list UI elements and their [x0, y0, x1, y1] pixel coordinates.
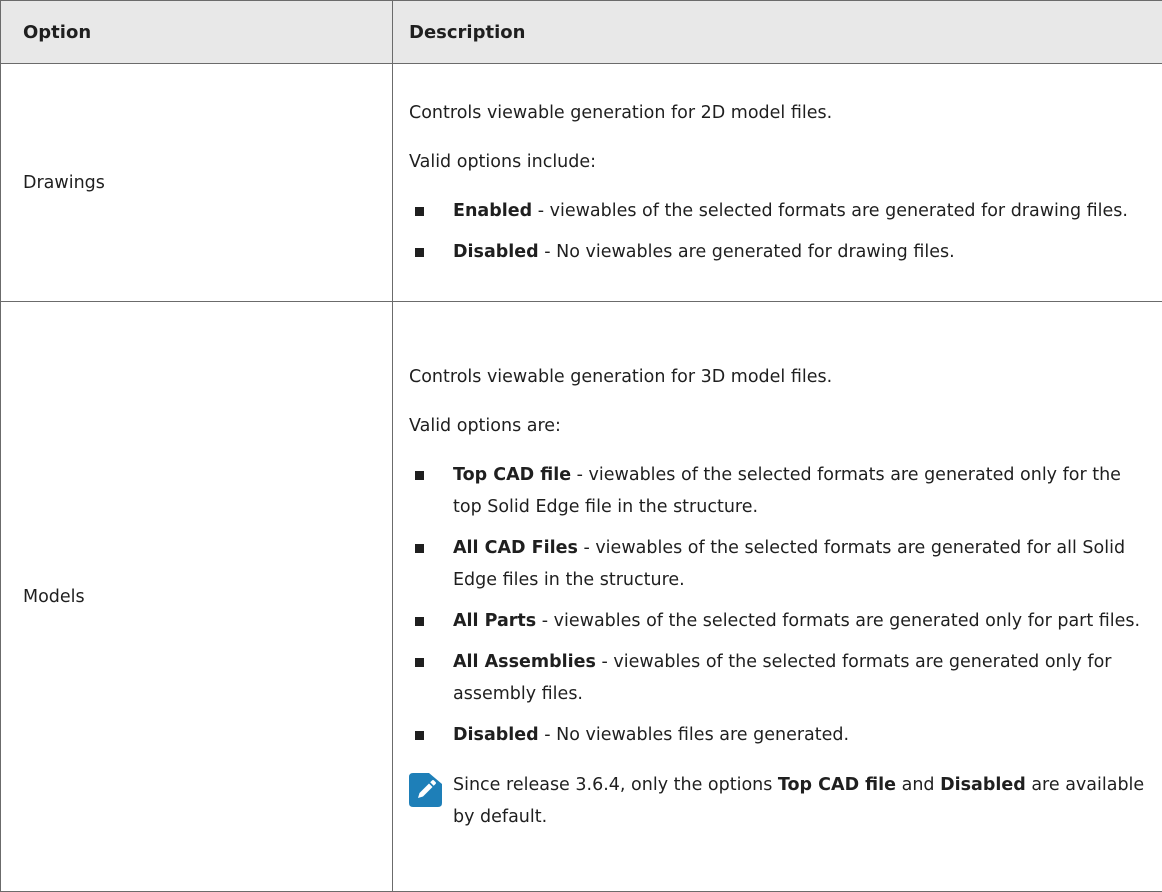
release-note: Since release 3.6.4, only the options To… [409, 769, 1152, 833]
bullet-square-icon [415, 731, 424, 740]
list-item: Disabled - No viewables files are genera… [409, 719, 1152, 751]
list-item: Disabled - No viewables are generated fo… [409, 236, 1152, 268]
description-intro: Controls viewable generation for 2D mode… [409, 97, 1152, 129]
table-row-drawings: Drawings Controls viewable generation fo… [1, 64, 1162, 302]
option-term: All CAD Files [453, 538, 578, 558]
list-item: Enabled - viewables of the selected form… [409, 195, 1152, 227]
note-text: and [896, 775, 940, 795]
table-row-models: Models Controls viewable generation for … [1, 302, 1162, 892]
option-term: Top CAD file [453, 465, 571, 485]
description-cell-drawings: Controls viewable generation for 2D mode… [393, 64, 1162, 302]
option-list: Enabled - viewables of the selected form… [409, 195, 1152, 268]
pencil-note-icon [409, 773, 442, 807]
note-term: Top CAD file [778, 775, 896, 795]
bullet-square-icon [415, 207, 424, 216]
option-text: - viewables of the selected formats are … [536, 611, 1140, 631]
column-header-option: Option [1, 1, 393, 64]
option-cell-models: Models [1, 302, 393, 892]
description-cell-models: Controls viewable generation for 3D mode… [393, 302, 1162, 892]
description-intro: Controls viewable generation for 3D mode… [409, 361, 1152, 393]
valid-options-label: Valid options include: [409, 146, 1152, 178]
option-text: - viewables of the selected formats are … [532, 201, 1128, 221]
option-text: - No viewables files are generated. [539, 725, 849, 745]
bullet-square-icon [415, 617, 424, 626]
note-term: Disabled [940, 775, 1026, 795]
column-header-description: Description [393, 1, 1162, 64]
options-table: Option Description Drawings Controls vie… [0, 0, 1162, 892]
option-text: - No viewables are generated for drawing… [539, 242, 955, 262]
option-term: Enabled [453, 201, 532, 221]
note-text: Since release 3.6.4, only the options [453, 775, 778, 795]
option-term: Disabled [453, 242, 539, 262]
table-header-row: Option Description [1, 1, 1162, 64]
bullet-square-icon [415, 658, 424, 667]
option-cell-drawings: Drawings [1, 64, 393, 302]
bullet-square-icon [415, 471, 424, 480]
valid-options-label: Valid options are: [409, 410, 1152, 442]
list-item: All CAD Files - viewables of the selecte… [409, 532, 1152, 596]
list-item: Top CAD file - viewables of the selected… [409, 459, 1152, 523]
list-item: All Assemblies - viewables of the select… [409, 646, 1152, 710]
list-item: All Parts - viewables of the selected fo… [409, 605, 1152, 637]
option-term: Disabled [453, 725, 539, 745]
bullet-square-icon [415, 544, 424, 553]
option-term: All Assemblies [453, 652, 596, 672]
option-term: All Parts [453, 611, 536, 631]
option-list: Top CAD file - viewables of the selected… [409, 459, 1152, 751]
bullet-square-icon [415, 248, 424, 257]
